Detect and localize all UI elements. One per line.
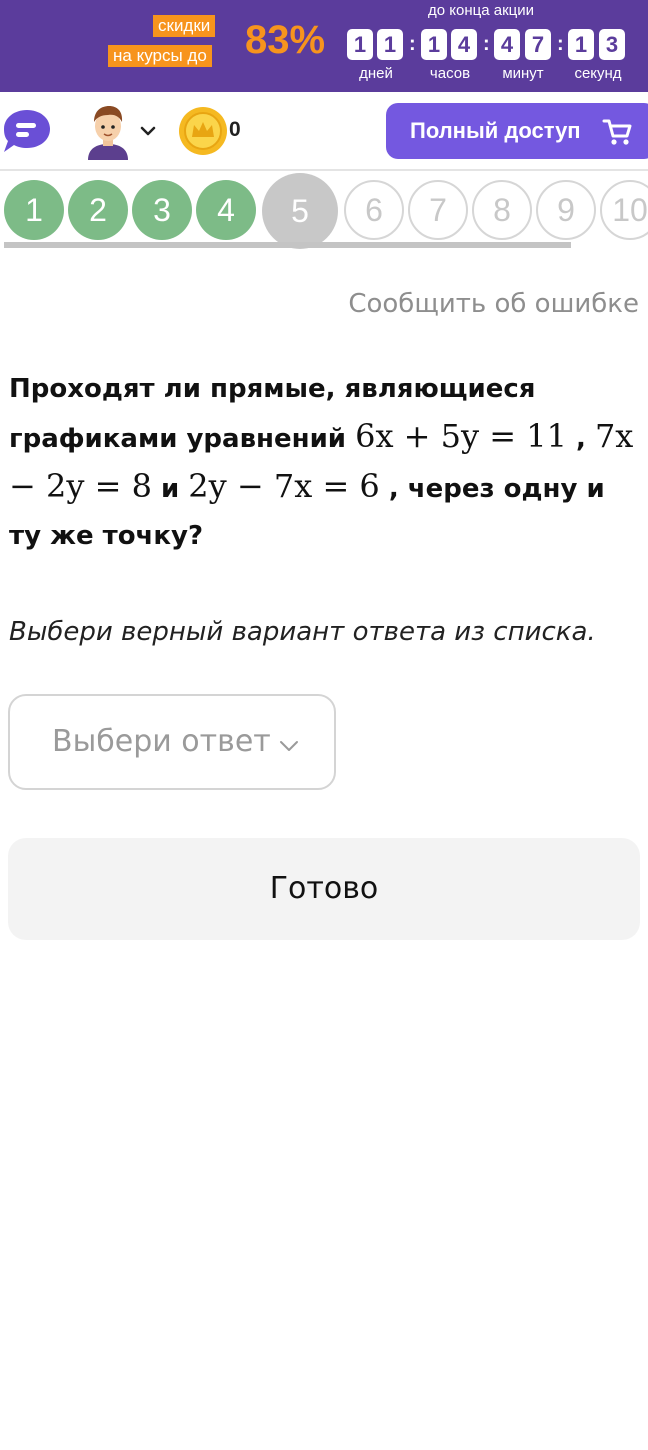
step-8[interactable]: 8: [472, 180, 532, 240]
submit-button[interactable]: Готово: [8, 838, 640, 940]
timer-minutes-digit: 4: [494, 29, 520, 60]
promo-courses-tag: на курсы до: [108, 45, 212, 67]
timer-seconds-label: секунд: [574, 65, 622, 82]
promo-percent: 83%: [245, 18, 326, 62]
cart-icon: [602, 118, 632, 146]
crown-coin-icon: [178, 106, 228, 156]
chevron-down-icon: [278, 738, 300, 752]
answer-select-placeholder: Выбери ответ: [52, 724, 271, 759]
promo-countdown-caption: до конца акции: [428, 2, 534, 19]
coin-count: 0: [229, 118, 241, 141]
question-text-part: ,: [566, 424, 595, 454]
step-10[interactable]: 10: [600, 180, 648, 240]
header-divider: [0, 169, 648, 171]
step-7[interactable]: 7: [408, 180, 468, 240]
step-3[interactable]: 3: [132, 180, 192, 240]
boy-avatar-icon[interactable]: [84, 104, 132, 160]
timer-hours-digit: 1: [421, 29, 447, 60]
timer-days-label: дней: [359, 65, 393, 82]
timer-minutes-label: минут: [502, 65, 544, 82]
chat-bubble-icon[interactable]: [2, 108, 52, 154]
equation-1: 6x + 5y = 11: [355, 417, 567, 455]
timer-hours-label: часов: [429, 65, 471, 82]
report-error-link[interactable]: Сообщить об ошибке: [348, 286, 639, 322]
question-text: Проходят ли прямые, являющиеся графиками…: [9, 366, 639, 560]
timer-separator: :: [557, 33, 564, 55]
timer-seconds-digit: 1: [568, 29, 594, 60]
step-9[interactable]: 9: [536, 180, 596, 240]
step-1[interactable]: 1: [4, 180, 64, 240]
equation-3: 2y − 7x = 6: [188, 467, 380, 505]
timer-separator: :: [409, 33, 416, 55]
full-access-label: Полный доступ: [410, 118, 581, 143]
timer-days-digit: 1: [377, 29, 403, 60]
progress-track: [4, 242, 571, 248]
chevron-down-icon[interactable]: [138, 124, 158, 138]
question-text-part: и: [151, 474, 189, 504]
timer-separator: :: [483, 33, 490, 55]
answer-select[interactable]: Выбери ответ: [8, 694, 336, 790]
promo-banner[interactable]: скидки на курсы до 83% до конца акции 1 …: [0, 0, 648, 92]
instruction-text: Выбери верный вариант ответа из списка.: [9, 617, 596, 647]
promo-discount-tag: скидки: [153, 15, 216, 37]
step-6[interactable]: 6: [344, 180, 404, 240]
timer-seconds-digit: 3: [599, 29, 625, 60]
timer-minutes-digit: 7: [525, 29, 551, 60]
timer-hours-digit: 4: [451, 29, 477, 60]
timer-days-digit: 1: [347, 29, 373, 60]
step-2[interactable]: 2: [68, 180, 128, 240]
step-4[interactable]: 4: [196, 180, 256, 240]
step-5-current[interactable]: 5: [262, 173, 338, 249]
